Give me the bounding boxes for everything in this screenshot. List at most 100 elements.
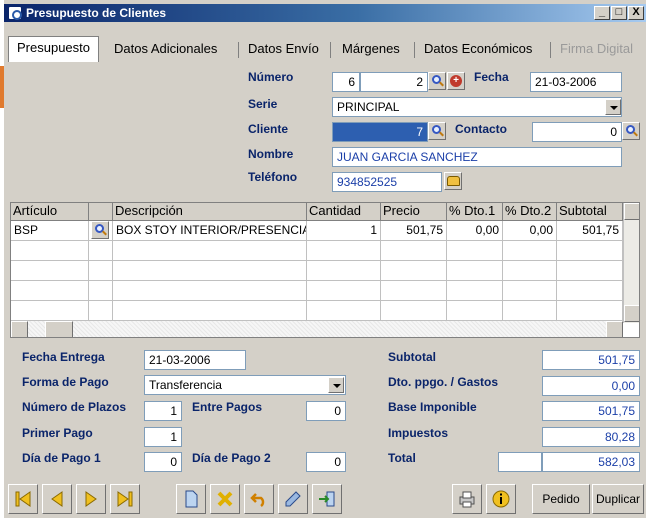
table-cell[interactable] xyxy=(89,261,113,281)
table-cell-articulo[interactable]: BSP xyxy=(11,221,89,241)
duplicar-button[interactable]: Duplicar xyxy=(592,484,644,514)
previous-record-button[interactable] xyxy=(42,484,72,514)
edit-button[interactable] xyxy=(278,484,308,514)
table-cell[interactable] xyxy=(447,241,503,261)
table-cell[interactable] xyxy=(381,241,447,261)
col-cantidad[interactable]: Cantidad xyxy=(307,203,381,221)
scroll-right-button[interactable] xyxy=(606,321,623,337)
fecha-entrega-field[interactable]: 21-03-2006 xyxy=(144,350,246,370)
table-cell[interactable] xyxy=(557,261,623,281)
col-articulo[interactable]: Artículo xyxy=(11,203,89,221)
vertical-scrollbar[interactable] xyxy=(623,203,639,323)
table-cell[interactable] xyxy=(503,281,557,301)
tab-datos-economicos[interactable]: Datos Económicos xyxy=(416,38,540,62)
contacto-field[interactable]: 0 xyxy=(532,122,622,142)
dia-pago2-field[interactable]: 0 xyxy=(306,452,346,472)
print-button[interactable] xyxy=(452,484,482,514)
table-cell[interactable] xyxy=(307,301,381,321)
forma-pago-select[interactable]: Transferencia xyxy=(144,375,346,395)
search-articulo-button[interactable] xyxy=(91,221,109,239)
primer-pago-field[interactable]: 1 xyxy=(144,427,182,447)
new-record-button[interactable] xyxy=(176,484,206,514)
chevron-down-icon[interactable] xyxy=(328,377,344,393)
table-cell-subtotal[interactable]: 501,75 xyxy=(557,221,623,241)
table-cell-dto1[interactable]: 0,00 xyxy=(447,221,503,241)
entre-pagos-field[interactable]: 0 xyxy=(306,401,346,421)
table-cell[interactable] xyxy=(11,281,89,301)
table-cell[interactable] xyxy=(447,301,503,321)
fecha-field[interactable]: 21-03-2006 xyxy=(530,72,622,92)
col-lookup[interactable] xyxy=(89,203,113,221)
table-cell[interactable] xyxy=(307,261,381,281)
table-cell[interactable] xyxy=(381,301,447,321)
exit-button[interactable] xyxy=(312,484,342,514)
col-descripcion[interactable]: Descripción xyxy=(113,203,307,221)
info-button[interactable] xyxy=(486,484,516,514)
minimize-button[interactable]: _ xyxy=(594,6,610,20)
chevron-down-icon[interactable] xyxy=(605,99,621,115)
tab-firma-digital[interactable]: Firma Digital xyxy=(552,38,641,62)
table-cell-cantidad[interactable]: 1 xyxy=(307,221,381,241)
scroll-up-button[interactable] xyxy=(624,203,639,220)
table-cell[interactable] xyxy=(113,241,307,261)
num-plazos-field[interactable]: 1 xyxy=(144,401,182,421)
table-cell[interactable] xyxy=(89,281,113,301)
col-subtotal[interactable]: Subtotal xyxy=(557,203,623,221)
table-cell-precio[interactable]: 501,75 xyxy=(381,221,447,241)
table-cell-dto2[interactable]: 0,00 xyxy=(503,221,557,241)
dia-pago1-field[interactable]: 0 xyxy=(144,452,182,472)
table-cell[interactable] xyxy=(11,261,89,281)
phone-button[interactable] xyxy=(444,172,462,190)
col-dto1[interactable]: % Dto.1 xyxy=(447,203,503,221)
col-precio[interactable]: Precio xyxy=(381,203,447,221)
numero-field[interactable]: 2 xyxy=(360,72,428,92)
close-button[interactable]: X xyxy=(628,6,644,20)
tab-presupuesto[interactable]: Presupuesto xyxy=(8,36,99,62)
search-cliente-button[interactable] xyxy=(428,122,446,140)
table-cell[interactable] xyxy=(11,301,89,321)
horizontal-scrollbar[interactable] xyxy=(11,320,623,337)
table-cell-descripcion[interactable]: BOX STOY INTERIOR/PRESENCIA xyxy=(113,221,307,241)
table-cell[interactable] xyxy=(557,241,623,261)
maximize-button[interactable]: □ xyxy=(611,6,627,20)
scroll-thumb[interactable] xyxy=(45,321,73,337)
table-cell[interactable] xyxy=(503,241,557,261)
table-cell[interactable] xyxy=(447,281,503,301)
table-cell[interactable] xyxy=(89,241,113,261)
pedido-button[interactable]: Pedido xyxy=(532,484,590,514)
table-cell[interactable] xyxy=(381,281,447,301)
tab-datos-adicionales[interactable]: Datos Adicionales xyxy=(106,38,225,62)
dto-field[interactable]: 0,00 xyxy=(542,376,640,396)
table-cell[interactable] xyxy=(503,301,557,321)
telefono-field[interactable]: 934852525 xyxy=(332,172,442,192)
add-numero-button[interactable]: + xyxy=(447,72,465,90)
cliente-field[interactable]: 7 xyxy=(332,122,428,142)
scroll-down-button[interactable] xyxy=(624,305,639,322)
table-cell[interactable] xyxy=(557,301,623,321)
table-cell[interactable] xyxy=(113,301,307,321)
table-cell[interactable] xyxy=(89,301,113,321)
table-cell[interactable] xyxy=(113,261,307,281)
table-cell-lookup[interactable] xyxy=(89,221,113,241)
numero-serie-field[interactable]: 6 xyxy=(332,72,360,92)
col-dto2[interactable]: % Dto.2 xyxy=(503,203,557,221)
search-numero-button[interactable] xyxy=(428,72,446,90)
last-record-button[interactable] xyxy=(110,484,140,514)
table-cell[interactable] xyxy=(503,261,557,281)
nombre-field[interactable]: JUAN GARCIA SANCHEZ xyxy=(332,147,622,167)
scroll-left-button[interactable] xyxy=(11,321,28,337)
table-cell[interactable] xyxy=(307,241,381,261)
table-cell[interactable] xyxy=(11,241,89,261)
delete-button[interactable] xyxy=(210,484,240,514)
tab-margenes[interactable]: Márgenes xyxy=(334,38,408,62)
table-cell[interactable] xyxy=(447,261,503,281)
search-contacto-button[interactable] xyxy=(622,122,640,140)
serie-select[interactable]: PRINCIPAL xyxy=(332,97,622,117)
table-cell[interactable] xyxy=(381,261,447,281)
next-record-button[interactable] xyxy=(76,484,106,514)
table-cell[interactable] xyxy=(113,281,307,301)
tab-datos-envio[interactable]: Datos Envío xyxy=(240,38,327,62)
first-record-button[interactable] xyxy=(8,484,38,514)
table-cell[interactable] xyxy=(307,281,381,301)
undo-button[interactable] xyxy=(244,484,274,514)
